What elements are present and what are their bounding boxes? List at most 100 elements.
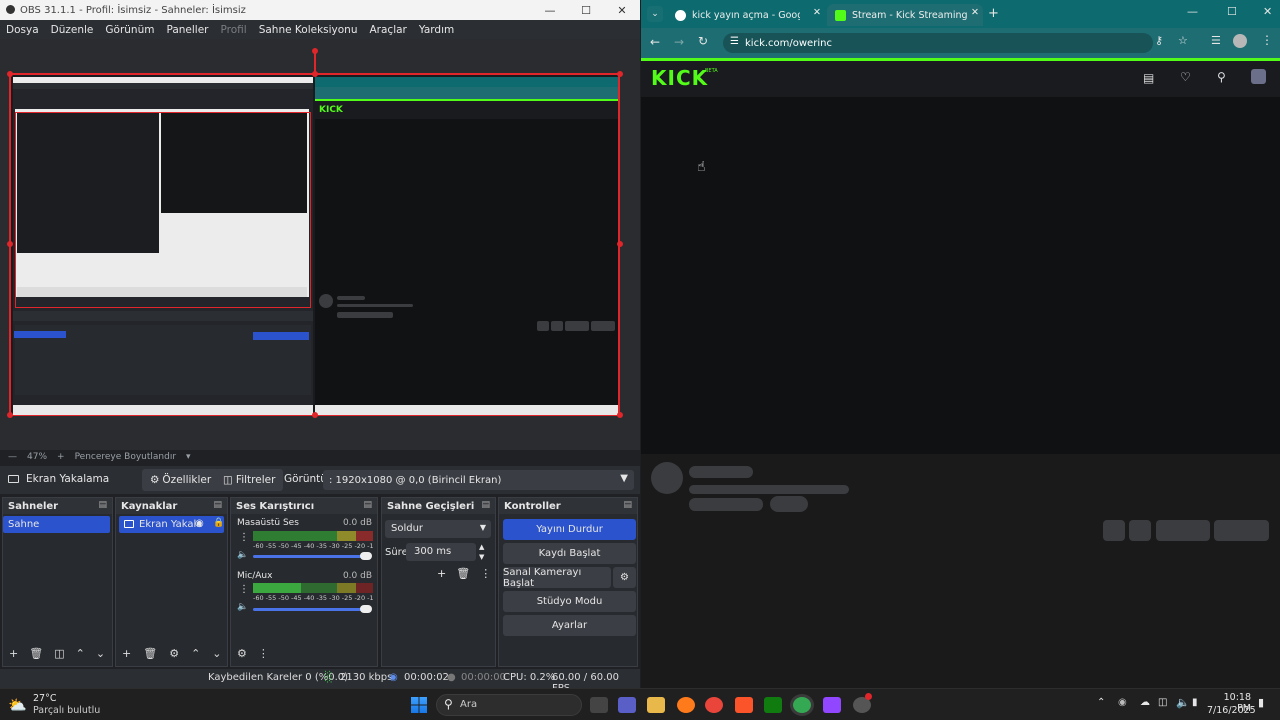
file-explorer-icon[interactable]: [647, 697, 665, 713]
trash-icon[interactable]: 🗑: [456, 567, 470, 580]
speaker-icon[interactable]: 🔈: [237, 550, 248, 560]
minimize-icon[interactable]: —: [1187, 5, 1198, 18]
media-controls-icon[interactable]: ☰: [1211, 34, 1221, 47]
resize-handle-tl[interactable]: [7, 71, 13, 77]
search-icon[interactable]: ⚲: [1217, 70, 1226, 84]
filter-icon[interactable]: ◫: [54, 647, 64, 660]
bookmark-star-icon[interactable]: ☆: [1178, 34, 1188, 47]
duration-input[interactable]: 300 ms: [406, 543, 476, 561]
tab-search-icon[interactable]: ⌄: [647, 6, 663, 22]
dock-menu-icon[interactable]: ▤: [363, 500, 372, 510]
volume-slider[interactable]: [253, 608, 365, 611]
resize-handle-r[interactable]: [617, 241, 623, 247]
tray-icon[interactable]: ☁: [1140, 697, 1150, 708]
notifications-icon[interactable]: ▮: [1258, 696, 1264, 709]
chrome-icon[interactable]: [705, 697, 723, 713]
move-up-icon[interactable]: ⌃: [76, 647, 85, 660]
resize-handle-l[interactable]: [7, 241, 13, 247]
volume-slider-handle[interactable]: [360, 552, 372, 560]
chrome-active-icon[interactable]: [793, 697, 811, 713]
browse-icon[interactable]: ▤: [1143, 71, 1154, 85]
transition-type-select[interactable]: Soldur ▼: [385, 520, 491, 538]
duration-stepper[interactable]: ▲ ▼: [479, 542, 484, 562]
kebab-menu-icon[interactable]: ⋮: [239, 584, 249, 595]
resize-handle-b[interactable]: [312, 412, 318, 418]
visibility-eye-icon[interactable]: ◉: [195, 518, 204, 529]
address-bar[interactable]: ☰ kick.com/owerinc: [723, 33, 1153, 53]
add-icon[interactable]: +: [437, 567, 446, 580]
stream-player-area[interactable]: ☝: [641, 97, 1280, 454]
dock-menu-icon[interactable]: ▤: [213, 500, 222, 510]
xbox-icon[interactable]: [764, 697, 782, 713]
volume-icon[interactable]: 🔈: [1176, 696, 1190, 709]
chevron-down-icon[interactable]: ▾: [186, 452, 191, 462]
menu-paneller[interactable]: Paneller: [160, 24, 214, 36]
kebab-menu-icon[interactable]: ⋮: [239, 532, 249, 543]
lock-icon[interactable]: 🔒: [213, 518, 224, 528]
maximize-icon[interactable]: ☐: [1227, 5, 1237, 18]
advanced-audio-icon[interactable]: ⚙: [237, 647, 247, 660]
weather-temp[interactable]: 27°C: [33, 693, 56, 704]
following-heart-icon[interactable]: ♡: [1180, 70, 1191, 84]
trash-icon[interactable]: 🗑: [29, 647, 43, 660]
zoom-out-icon[interactable]: —: [8, 452, 17, 462]
rotate-handle[interactable]: [312, 48, 318, 54]
zoom-in-icon[interactable]: +: [57, 452, 65, 462]
battery-icon[interactable]: ▮: [1192, 697, 1198, 708]
scene-item-sahne[interactable]: Sahne: [3, 516, 110, 533]
close-icon[interactable]: ✕: [604, 0, 640, 20]
gear-icon[interactable]: ⚙: [169, 647, 179, 660]
close-tab-icon[interactable]: ✕: [813, 7, 821, 18]
brave-icon[interactable]: [735, 697, 753, 713]
weather-icon[interactable]: ⛅: [8, 696, 27, 714]
minimize-icon[interactable]: —: [532, 0, 568, 20]
key-icon[interactable]: ⚷: [1155, 34, 1163, 47]
menu-profil[interactable]: Profil: [215, 24, 253, 36]
tab-kick-stream[interactable]: Stream - Kick Streaming ✕: [827, 4, 983, 26]
menu-yardim[interactable]: Yardım: [413, 24, 460, 36]
weather-desc[interactable]: Parçalı bulutlu: [33, 705, 100, 716]
tray-icon[interactable]: ◉: [1118, 697, 1127, 708]
kebab-menu-icon[interactable]: ⋮: [480, 567, 491, 580]
tray-icon[interactable]: ◫: [1158, 697, 1167, 708]
speaker-icon[interactable]: 🔈: [237, 602, 248, 612]
back-icon[interactable]: ←: [650, 35, 660, 49]
virtual-camera-settings-button[interactable]: ⚙: [613, 567, 636, 588]
maximize-icon[interactable]: ☐: [568, 0, 604, 20]
windows-start-icon[interactable]: [411, 697, 427, 713]
volume-slider[interactable]: [253, 555, 365, 558]
settings-button[interactable]: Ayarlar: [503, 615, 636, 636]
profile-avatar[interactable]: [1233, 34, 1247, 48]
close-tab-icon[interactable]: ✕: [971, 7, 979, 18]
resize-handle-t[interactable]: [312, 71, 318, 77]
user-avatar[interactable]: [1251, 69, 1266, 84]
resize-handle-br[interactable]: [617, 412, 623, 418]
source-item-ekran-yakala[interactable]: Ekran Yakala ◉ 🔒: [119, 516, 224, 533]
volume-slider-handle[interactable]: [360, 605, 372, 613]
task-view-icon[interactable]: [590, 697, 608, 713]
move-up-icon[interactable]: ⌃: [191, 647, 200, 660]
app-icon[interactable]: [823, 697, 841, 713]
kebab-menu-icon[interactable]: ⋮: [258, 647, 269, 660]
close-icon[interactable]: ✕: [1263, 5, 1272, 18]
show-hidden-icons[interactable]: ⌃: [1097, 697, 1105, 708]
resize-handle-tr[interactable]: [617, 71, 623, 77]
site-info-icon[interactable]: ☰: [730, 36, 739, 47]
preview-source-capture[interactable]: KICK: [9, 73, 620, 416]
new-tab-icon[interactable]: +: [988, 6, 999, 21]
studio-mode-button[interactable]: Stüdyo Modu: [503, 591, 636, 612]
kick-logo[interactable]: KICK: [651, 66, 708, 90]
taskbar-search[interactable]: ⚲ Ara: [436, 694, 582, 716]
zoom-fit-label[interactable]: Pencereye Boyutlandır: [75, 452, 176, 462]
firefox-icon[interactable]: [677, 697, 695, 713]
menu-duzenle[interactable]: Düzenle: [45, 24, 100, 36]
start-recording-button[interactable]: Kaydı Başlat: [503, 543, 636, 564]
move-down-icon[interactable]: ⌄: [96, 647, 105, 660]
menu-gorunum[interactable]: Görünüm: [99, 24, 160, 36]
properties-button[interactable]: ⚙ Özellikler: [142, 469, 220, 491]
filters-button[interactable]: ◫ Filtreler: [215, 469, 284, 491]
reload-icon[interactable]: ↻: [698, 34, 708, 48]
trash-icon[interactable]: 🗑: [143, 647, 157, 660]
clock-date[interactable]: 7/16/2025: [1207, 705, 1256, 716]
add-icon[interactable]: +: [122, 647, 131, 660]
